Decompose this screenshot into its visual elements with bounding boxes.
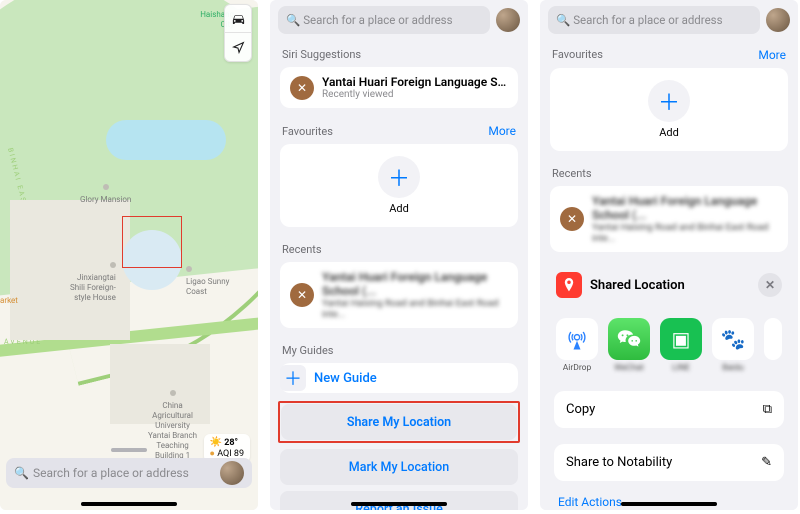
locate-me-button[interactable] [225, 33, 251, 61]
plus-icon: ＋ [378, 156, 420, 198]
recents-header: Recents [540, 159, 798, 184]
edit-actions-link[interactable]: Edit Actions... [544, 489, 794, 510]
share-apps: AirDrop WeChat ▣ LINE 🐾 Baidu [544, 308, 794, 383]
favourites-more-link[interactable]: More [488, 124, 516, 138]
search-bar[interactable]: 🔍 Search for a place or address [278, 6, 490, 34]
siri-header: Siri Suggestions [270, 40, 528, 65]
siri-suggestion-row[interactable]: ✕ Yantai Huari Foreign Language School (… [280, 67, 518, 108]
guides-header: My Guides [270, 336, 528, 361]
search-placeholder: Search for a place or address [573, 13, 722, 27]
recent-title: Yantai Huari Foreign Language School (..… [322, 270, 508, 298]
favourites-header: Favourites [552, 48, 603, 62]
share-title: Shared Location [590, 278, 750, 293]
new-guide-button[interactable]: ＋ New Guide [280, 363, 518, 393]
avatar[interactable] [766, 8, 790, 32]
share-app-wechat[interactable]: WeChat [608, 318, 650, 373]
share-app-line[interactable]: ▣ LINE [660, 318, 702, 373]
poi-univ: China Agricultural University Yantai Bra… [148, 390, 197, 461]
recents-header: Recents [270, 235, 528, 260]
map-screen: BINHAI EAST ROAD AVENUE Glory Mansion Ji… [0, 0, 258, 510]
share-sheet-header: Shared Location ✕ [544, 262, 794, 308]
search-placeholder: Search for a place or address [33, 466, 220, 480]
share-sheet-screen: 🔍 Search for a place or address Favourit… [540, 0, 798, 510]
search-placeholder: Search for a place or address [303, 13, 452, 27]
wechat-icon [608, 318, 650, 360]
siri-title: Yantai Huari Foreign Language School (..… [322, 75, 508, 89]
school-icon: ✕ [290, 283, 314, 307]
add-favourite-button[interactable]: ＋ Add [562, 80, 776, 139]
share-notability-button[interactable]: Share to Notability ✎ [554, 444, 784, 481]
search-icon: 🔍 [14, 466, 29, 480]
favourites-header: Favourites [282, 125, 333, 138]
school-icon: ✕ [560, 207, 584, 231]
share-app-airdrop[interactable]: AirDrop [556, 318, 598, 373]
location-pin-icon [556, 272, 582, 298]
avatar[interactable] [220, 461, 244, 485]
copy-button[interactable]: Copy ⧉ [554, 391, 784, 428]
search-bar[interactable]: 🔍 Search for a place or address [548, 6, 760, 34]
recent-row[interactable]: ✕ Yantai Huari Foreign Language School (… [550, 186, 788, 252]
search-sheet-screen: 🔍 Search for a place or address Siri Sug… [270, 0, 528, 510]
avatar[interactable] [496, 8, 520, 32]
map-canvas[interactable]: BINHAI EAST ROAD AVENUE Glory Mansion Ji… [0, 0, 258, 510]
add-favourite-button[interactable]: ＋ Add [292, 156, 506, 215]
poi-mansion: Glory Mansion [80, 184, 131, 205]
map-controls [224, 4, 252, 62]
plus-icon: ＋ [648, 80, 690, 122]
pencil-icon: ✎ [761, 455, 772, 470]
share-app-4[interactable]: 🐾 Baidu [712, 318, 754, 373]
search-icon: 🔍 [556, 13, 570, 27]
app-icon: 🐾 [712, 318, 754, 360]
poi-shili: Jinxiangtai Shili Foreign- style House [70, 262, 116, 303]
driving-mode-button[interactable] [225, 5, 251, 33]
close-button[interactable]: ✕ [758, 273, 782, 297]
highlighted-location-box [122, 216, 182, 268]
copy-icon: ⧉ [763, 402, 772, 417]
plus-icon: ＋ [280, 365, 306, 391]
recent-row[interactable]: ✕ Yantai Huari Foreign Language School (… [280, 262, 518, 328]
search-bar[interactable]: 🔍 Search for a place or address [6, 458, 252, 488]
recent-sub: Yantai Haixing Road and Binhai East Road… [322, 298, 508, 320]
drawer-handle[interactable] [111, 448, 147, 452]
share-app-overflow[interactable] [764, 318, 782, 373]
home-indicator [351, 502, 447, 506]
line-icon: ▣ [660, 318, 702, 360]
mark-my-location-button[interactable]: Mark My Location [280, 449, 518, 485]
school-icon: ✕ [290, 76, 314, 100]
home-indicator [621, 502, 717, 506]
share-my-location-button[interactable]: Share My Location [281, 404, 517, 440]
share-location-highlight: Share My Location [278, 401, 520, 443]
report-issue-button[interactable]: Report an Issue [280, 491, 518, 510]
airdrop-icon [556, 318, 598, 360]
poi-arket: arket [0, 296, 18, 306]
chevron-right-icon [764, 318, 782, 360]
home-indicator [81, 502, 177, 506]
search-icon: 🔍 [286, 13, 300, 27]
siri-sub: Recently viewed [322, 89, 508, 100]
poi-ligao: Ligao Sunny Coast [186, 266, 229, 297]
favourites-more-link[interactable]: More [758, 48, 786, 62]
